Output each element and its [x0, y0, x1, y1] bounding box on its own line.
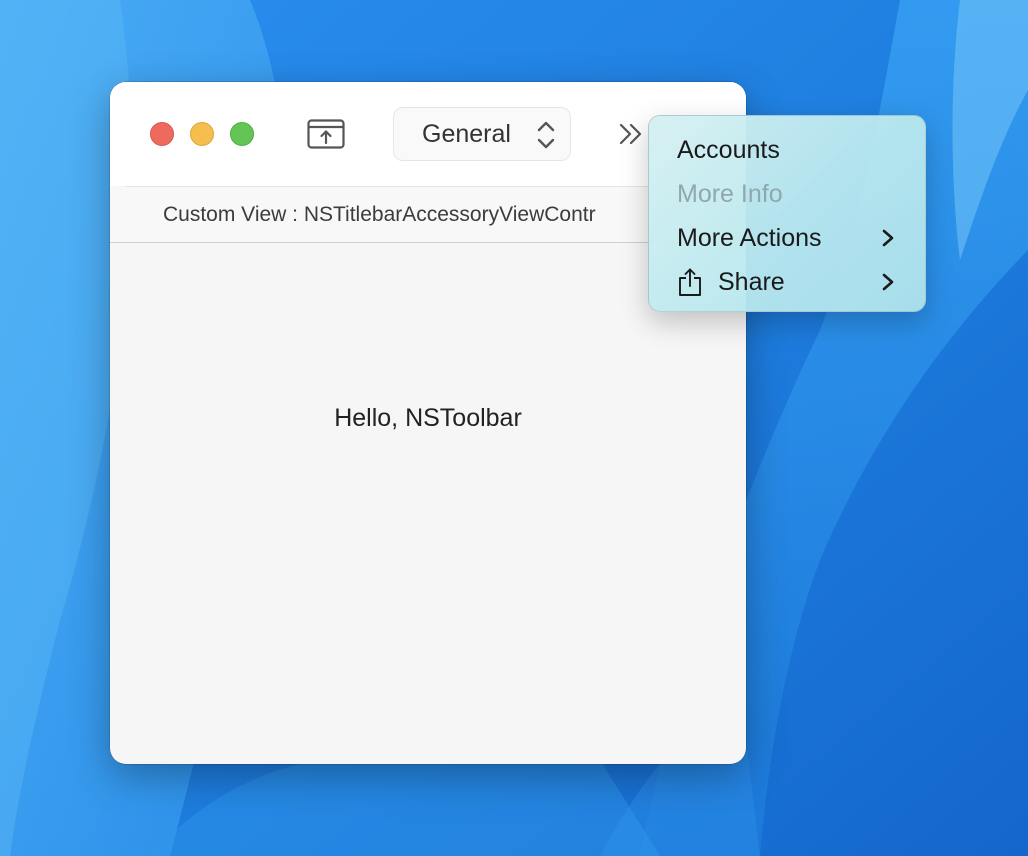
menu-item-label: Accounts — [677, 136, 780, 164]
menu-item-accounts[interactable]: Accounts — [649, 128, 925, 172]
toolbar-overflow-button[interactable] — [616, 118, 648, 150]
toolbar-overflow-menu: Accounts More Info More Actions Share — [648, 115, 926, 312]
chevron-right-icon — [882, 229, 894, 247]
menu-item-more-actions[interactable]: More Actions — [649, 216, 925, 260]
menu-item-share[interactable]: Share — [649, 260, 925, 304]
accessory-view-label: Custom View : NSTitlebarAccessoryViewCon… — [163, 203, 596, 226]
zoom-window-button[interactable] — [230, 122, 254, 146]
up-down-chevron-icon — [537, 121, 555, 149]
share-icon — [679, 268, 701, 296]
close-window-button[interactable] — [150, 122, 174, 146]
tray-and-arrow-up-icon — [307, 119, 345, 149]
menu-item-label: More Actions — [677, 224, 822, 252]
popup-selected-value: General — [422, 120, 511, 148]
tray-upload-button[interactable] — [304, 116, 348, 152]
menu-item-more-info: More Info — [649, 172, 925, 216]
minimize-window-button[interactable] — [190, 122, 214, 146]
chevron-right-icon — [882, 273, 894, 291]
menu-item-label: Share — [718, 268, 785, 296]
general-popup-button[interactable]: General — [393, 107, 571, 161]
chevron-double-right-icon — [619, 123, 642, 145]
content-label: Hello, NSToolbar — [334, 404, 522, 432]
menu-item-label: More Info — [677, 180, 783, 208]
